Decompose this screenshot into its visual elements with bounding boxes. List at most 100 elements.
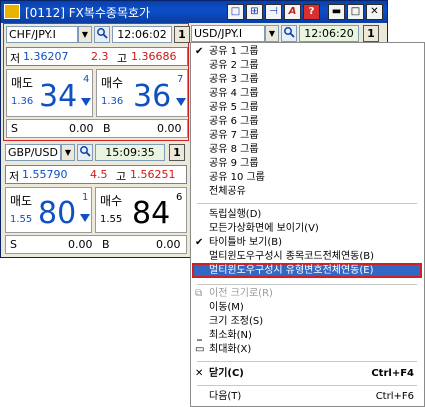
down-arrow-icon — [80, 214, 90, 222]
time-display: 15:09:35 — [95, 144, 165, 161]
menu-item-show-all-screens[interactable]: 모든가상화면에 보이기(V) — [191, 222, 424, 236]
down-arrow-icon — [176, 98, 186, 106]
buy-quote[interactable]: 매수 1.55 84 6 — [95, 187, 187, 233]
maximize-button[interactable]: □ — [347, 4, 364, 20]
search-button[interactable] — [94, 26, 110, 43]
menu-item-group-8[interactable]: 공유 8 그룹 — [191, 143, 424, 157]
buy-big: 84 — [132, 196, 171, 231]
count-button[interactable]: 1 — [169, 144, 185, 161]
spread-value: 2.3 — [91, 50, 109, 63]
menu-item-prev-size: ⧉ 이전 크기로(R) — [195, 288, 273, 299]
sell-big: 34 — [39, 79, 78, 114]
menu-item-next[interactable]: 다음(T) Ctrl+F6 — [191, 390, 424, 404]
buy-small: 1.55 — [100, 214, 123, 225]
maximize-icon: ▭ — [195, 344, 205, 355]
checkmark-icon: ✔ — [195, 237, 204, 248]
menu-item-group-2[interactable]: 공유 2 그룹 — [191, 59, 424, 73]
time-display: 12:06:20 — [299, 25, 359, 42]
menu-separator — [197, 284, 417, 285]
high-low-row: 저 1.36207 2.3 고 1.36686 — [6, 47, 188, 66]
search-button[interactable] — [77, 144, 93, 161]
app-icon — [4, 4, 20, 19]
menu-item-group-9[interactable]: 공유 9 그룹 — [191, 157, 424, 171]
chevron-down-icon[interactable]: ▼ — [78, 26, 92, 43]
minimize-button[interactable]: ▬ — [328, 4, 345, 20]
menu-separator — [197, 361, 417, 362]
position-row: S 0.00 B 0.00 — [5, 235, 187, 254]
buy-sup: 6 — [176, 192, 183, 203]
sell-label: 매도 — [10, 194, 33, 208]
menu-item-group-1[interactable]: ✔ 공유 1 그룹 — [191, 45, 424, 59]
grid-icon-button[interactable]: ⊞ — [246, 4, 263, 20]
menu-item-resize[interactable]: 크기 조정(S) — [191, 315, 424, 329]
s-value: 0.00 — [68, 238, 93, 251]
b-value: 0.00 — [156, 238, 181, 251]
menu-item-close[interactable]: ✕ 닫기(C) Ctrl+F4 — [191, 367, 424, 381]
chevron-down-icon[interactable]: ▼ — [61, 144, 75, 161]
down-arrow-icon — [81, 98, 91, 106]
menu-item-group-4[interactable]: 공유 4 그룹 — [191, 87, 424, 101]
sell-quote[interactable]: 매도 1.55 80 1 — [5, 187, 92, 233]
context-menu: ✔ 공유 1 그룹 공유 2 그룹 공유 3 그룹 공유 4 그룹 공유 5 그… — [190, 42, 425, 407]
buy-big: 36 — [133, 79, 172, 114]
sell-sup: 4 — [83, 74, 90, 85]
menu-item-group-6[interactable]: 공유 6 그룹 — [191, 115, 424, 129]
low-label: 저 — [10, 52, 21, 65]
pair-select[interactable]: CHF/JPY.I — [6, 26, 78, 43]
pair-select[interactable]: USD/JPY.I — [191, 25, 265, 42]
chevron-down-icon[interactable]: ▼ — [265, 25, 279, 42]
high-label: 고 — [116, 170, 127, 183]
s-label: S — [11, 122, 18, 135]
menu-item-group-7[interactable]: 공유 7 그룹 — [191, 129, 424, 143]
count-button[interactable]: 1 — [174, 26, 190, 43]
menu-item-independent[interactable]: 독립실행(D) — [191, 208, 424, 222]
buy-label: 매수 — [101, 76, 124, 90]
sell-small: 1.36 — [11, 96, 34, 107]
restore-icon: ⧉ — [195, 288, 203, 299]
high-value: 1.56251 — [130, 168, 176, 181]
buy-small: 1.36 — [101, 96, 124, 107]
menu-item-move[interactable]: 이동(M) — [191, 301, 424, 315]
help-button[interactable]: ? — [303, 4, 320, 20]
menu-item-multi-code-link[interactable]: 멀티윈도우구성시 종목코드전체연동(B) — [191, 250, 424, 264]
sell-big: 80 — [38, 196, 77, 231]
menu-item-maximize[interactable]: ▭ 최대화(X) — [191, 343, 424, 357]
search-icon — [97, 28, 108, 39]
search-icon — [80, 146, 91, 157]
menu-item-group-10[interactable]: 공유 10 그룹 — [191, 171, 424, 185]
checkmark-icon: ✔ — [195, 46, 204, 57]
buy-sup: 7 — [177, 74, 184, 85]
low-value: 1.55790 — [22, 168, 68, 181]
pin-icon-button[interactable]: ⊣ — [265, 4, 282, 20]
screen-icon-button[interactable]: □ — [227, 4, 244, 20]
menu-item-share-all[interactable]: 전체공유 — [191, 185, 424, 199]
sell-small: 1.55 — [10, 214, 33, 225]
sell-quote[interactable]: 매도 1.36 34 4 — [6, 69, 93, 117]
menu-item-titlebar-view[interactable]: ✔ 타이틀바 보기(B) — [191, 236, 424, 250]
sell-label: 매도 — [11, 76, 34, 90]
time-display: 12:06:02 — [112, 26, 172, 43]
quote-pane-chfjpy: CHF/JPY.I ▼ 12:06:02 1 저 1.36207 2.3 고 1… — [3, 23, 190, 141]
search-icon — [284, 27, 295, 38]
s-value: 0.00 — [69, 122, 94, 135]
menu-separator — [197, 385, 417, 386]
high-value: 1.36686 — [131, 50, 177, 63]
search-button[interactable] — [281, 25, 297, 42]
buy-quote[interactable]: 매수 1.36 36 7 — [96, 69, 188, 117]
high-label: 고 — [117, 52, 128, 65]
menu-separator — [197, 203, 417, 204]
menu-item-minimize[interactable]: _ 최소화(N) — [191, 329, 424, 343]
b-label: B — [103, 122, 111, 135]
b-value: 0.00 — [157, 122, 182, 135]
menu-item-multi-type-link[interactable]: 멀티윈도우구성시 유형변호전체연동(E) — [192, 263, 422, 278]
menu-item-group-5[interactable]: 공유 5 그룹 — [191, 101, 424, 115]
count-button[interactable]: 1 — [363, 25, 379, 42]
font-icon-button[interactable]: A — [284, 4, 301, 20]
title-bar[interactable]: [0112] FX복수종목호가 □ ⊞ ⊣ A ? ▬ □ ✕ — [1, 1, 387, 23]
b-label: B — [102, 238, 110, 251]
close-button[interactable]: ✕ — [366, 4, 383, 20]
low-label: 저 — [9, 170, 20, 183]
menu-item-group-3[interactable]: 공유 3 그룹 — [191, 73, 424, 87]
quote-pane-usdjpy: USD/JPY.I ▼ 12:06:20 1 — [191, 23, 379, 43]
pair-select[interactable]: GBP/USD — [5, 144, 61, 161]
